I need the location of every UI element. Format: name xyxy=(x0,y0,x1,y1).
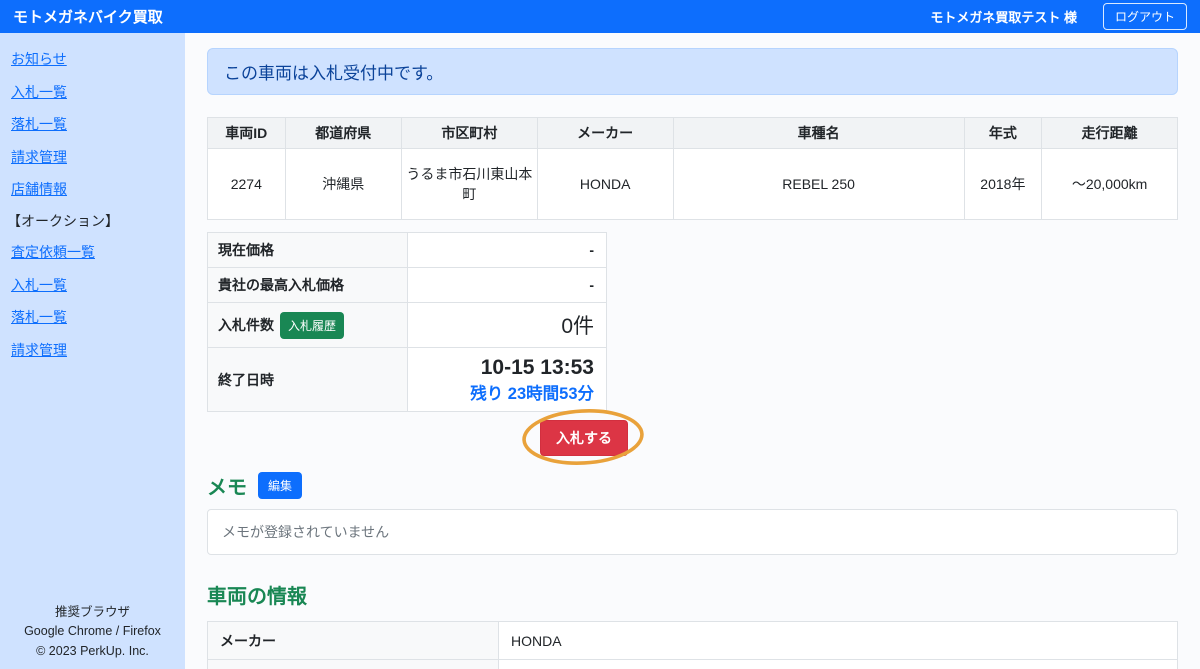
col-prefecture: 都道府県 xyxy=(285,118,401,149)
year-value: 2018年 xyxy=(964,149,1042,220)
sidebar-item-bids[interactable]: 入札一覧 xyxy=(0,76,185,109)
bid-count-value: 0件 xyxy=(561,315,594,338)
bidding-open-alert: この車両は入札受付中です。 xyxy=(207,48,1178,95)
bid-history-button[interactable]: 入札履歴 xyxy=(280,312,344,339)
logged-in-user: モトメガネ買取テスト 様 xyxy=(930,7,1077,26)
sidebar-footer: 推奨ブラウザ Google Chrome / Firefox © 2023 Pe… xyxy=(0,603,185,669)
recommended-browser-label: 推奨ブラウザ xyxy=(0,603,185,622)
app-title: モトメガネバイク買取 xyxy=(13,6,163,27)
copyright: © 2023 PerkUp. Inc. xyxy=(0,642,185,661)
memo-edit-button[interactable]: 編集 xyxy=(258,472,302,499)
col-model: 車種名 xyxy=(673,118,964,149)
vehicle-info-row: 排気量 126〜250cc xyxy=(208,660,1178,669)
summary-data-row: 2274 沖縄県 うるま市石川東山本町 HONDA REBEL 250 2018… xyxy=(208,149,1178,220)
maker-value: HONDA xyxy=(537,149,673,220)
memo-empty-box: メモが登録されていません xyxy=(207,509,1178,555)
current-price-label: 現在価格 xyxy=(208,233,408,268)
veh-maker-label: メーカー xyxy=(208,622,499,660)
model-value: REBEL 250 xyxy=(673,149,964,220)
memo-section-header: メモ 編集 xyxy=(207,471,1178,500)
bid-count-cell: 入札件数入札履歴 xyxy=(208,303,408,348)
veh-maker-value: HONDA xyxy=(499,622,1178,660)
browser-names: Google Chrome / Firefox xyxy=(0,622,185,641)
sidebar-item-auction-billing[interactable]: 請求管理 xyxy=(0,334,185,367)
sidebar-item-news[interactable]: お知らせ xyxy=(0,43,185,76)
col-mileage: 走行距離 xyxy=(1042,118,1178,149)
end-time-cell: 10-15 13:53 残り 23時間53分 xyxy=(408,348,607,412)
max-bid-row: 貴社の最高入札価格 - xyxy=(208,268,607,303)
bid-count-value-cell: 0件 xyxy=(408,303,607,348)
sidebar-item-store-info[interactable]: 店舗情報 xyxy=(0,173,185,206)
veh-displacement-value: 126〜250cc xyxy=(499,660,1178,669)
prefecture-value: 沖縄県 xyxy=(285,149,401,220)
top-bar: モトメガネバイク買取 モトメガネ買取テスト 様 ログアウト xyxy=(0,0,1200,33)
vehicle-info-row: メーカー HONDA xyxy=(208,622,1178,660)
col-city: 市区町村 xyxy=(401,118,537,149)
main-content: この車両は入札受付中です。 車両ID 都道府県 市区町村 メーカー 車種名 年式… xyxy=(185,33,1200,669)
memo-heading: メモ xyxy=(207,471,247,500)
current-price-value: - xyxy=(408,233,607,268)
mileage-value: 〜20,000km xyxy=(1042,149,1178,220)
bid-action-area: 入札する xyxy=(207,415,1178,465)
current-price-row: 現在価格 - xyxy=(208,233,607,268)
vehicle-id-value: 2274 xyxy=(208,149,286,220)
max-bid-label: 貴社の最高入札価格 xyxy=(208,268,408,303)
sidebar-item-auction-wins[interactable]: 落札一覧 xyxy=(0,301,185,334)
city-value: うるま市石川東山本町 xyxy=(401,149,537,220)
vehicle-summary-table: 車両ID 都道府県 市区町村 メーカー 車種名 年式 走行距離 2274 沖縄県… xyxy=(207,117,1178,220)
sidebar-item-billing[interactable]: 請求管理 xyxy=(0,141,185,174)
vehicle-info-heading: 車両の情報 xyxy=(207,580,1178,609)
bid-count-row: 入札件数入札履歴 0件 xyxy=(208,303,607,348)
veh-displacement-label: 排気量 xyxy=(208,660,499,669)
end-time-row: 終了日時 10-15 13:53 残り 23時間53分 xyxy=(208,348,607,412)
sidebar-item-auction-bids[interactable]: 入札一覧 xyxy=(0,269,185,302)
bid-count-label: 入札件数 xyxy=(218,317,274,333)
sidebar-section-auction: 【オークション】 xyxy=(0,206,185,237)
vehicle-info-table: メーカー HONDA 排気量 126〜250cc 車種名 REBEL 250 年… xyxy=(207,621,1178,669)
end-time-value: 10-15 13:53 xyxy=(418,355,594,380)
remaining-time: 残り 23時間53分 xyxy=(418,380,594,404)
col-year: 年式 xyxy=(964,118,1042,149)
sidebar-item-wins[interactable]: 落札一覧 xyxy=(0,108,185,141)
col-vehicle-id: 車両ID xyxy=(208,118,286,149)
end-time-label: 終了日時 xyxy=(208,348,408,412)
sidebar: お知らせ 入札一覧 落札一覧 請求管理 店舗情報 【オークション】 査定依頼一覧… xyxy=(0,33,185,669)
place-bid-button[interactable]: 入札する xyxy=(540,420,628,456)
logout-button[interactable]: ログアウト xyxy=(1103,3,1187,30)
bid-info-table: 現在価格 - 貴社の最高入札価格 - 入札件数入札履歴 0件 終了日時 xyxy=(207,232,607,412)
col-maker: メーカー xyxy=(537,118,673,149)
summary-header-row: 車両ID 都道府県 市区町村 メーカー 車種名 年式 走行距離 xyxy=(208,118,1178,149)
sidebar-item-assessment-requests[interactable]: 査定依頼一覧 xyxy=(0,236,185,269)
max-bid-value: - xyxy=(408,268,607,303)
